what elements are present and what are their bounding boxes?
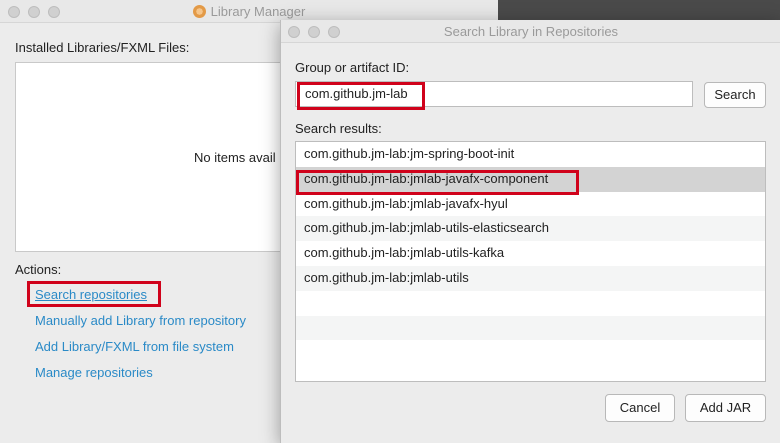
- result-row[interactable]: com.github.jm-lab:jmlab-utils-elasticsea…: [296, 216, 765, 242]
- manage-repositories-link[interactable]: Manage repositories: [35, 365, 153, 380]
- cancel-button[interactable]: Cancel: [605, 394, 675, 422]
- result-highlight-box: [296, 170, 579, 195]
- result-row[interactable]: [296, 315, 765, 341]
- add-library-file-link[interactable]: Add Library/FXML from file system: [35, 339, 234, 354]
- window-title-text: Library Manager: [210, 4, 306, 19]
- dialog-title-bar[interactable]: Search Library in Repositories: [281, 20, 780, 43]
- result-row[interactable]: [296, 291, 765, 316]
- search-library-dialog: Search Library in Repositories Group or …: [280, 20, 780, 443]
- window-title: Library Manager: [0, 4, 498, 19]
- dialog-title: Search Library in Repositories: [443, 24, 619, 39]
- search-repositories-link[interactable]: Search repositories: [35, 287, 147, 302]
- result-row[interactable]: [296, 340, 765, 365]
- app-icon: [192, 5, 206, 18]
- query-highlight-box: [297, 82, 425, 110]
- result-row[interactable]: com.github.jm-lab:jmlab-utils: [296, 265, 765, 291]
- search-button[interactable]: Search: [704, 82, 766, 108]
- manually-add-library-link[interactable]: Manually add Library from repository: [35, 313, 246, 328]
- result-row[interactable]: com.github.jm-lab:jm-spring-boot-init: [296, 142, 765, 167]
- installed-label: Installed Libraries/FXML Files:: [15, 40, 190, 55]
- add-jar-button[interactable]: Add JAR: [685, 394, 766, 422]
- result-row[interactable]: com.github.jm-lab:jmlab-javafx-hyul: [296, 192, 765, 217]
- result-row[interactable]: com.github.jm-lab:jmlab-utils-kafka: [296, 241, 765, 266]
- search-results-label: Search results:: [295, 121, 382, 136]
- empty-placeholder: No items avail: [194, 150, 276, 165]
- actions-label: Actions:: [15, 262, 62, 277]
- group-artifact-label: Group or artifact ID:: [295, 60, 410, 75]
